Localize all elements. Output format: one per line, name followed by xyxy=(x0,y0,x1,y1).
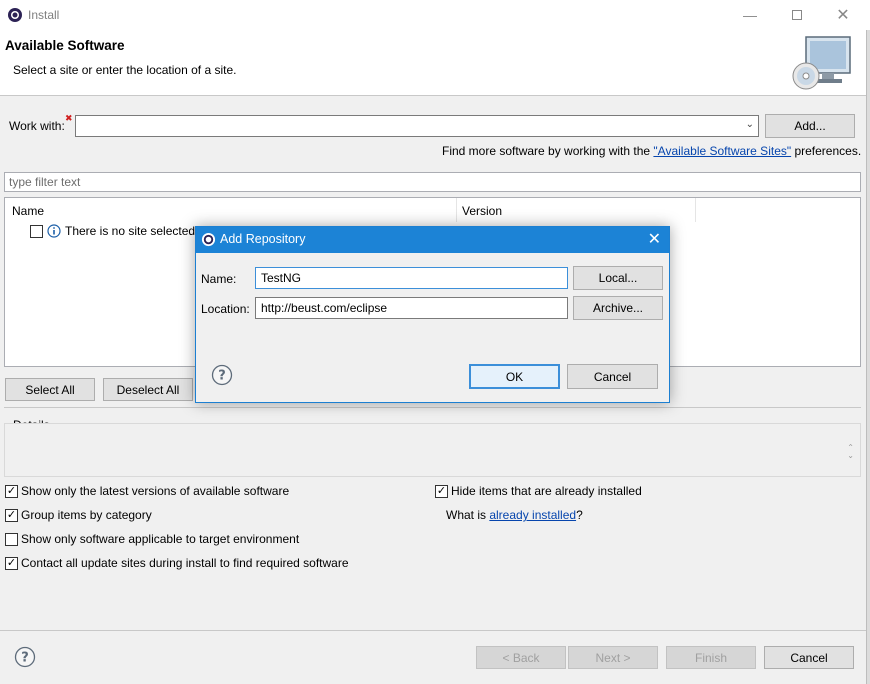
archive-button[interactable]: Archive... xyxy=(573,296,663,320)
finish-button[interactable]: Finish xyxy=(666,646,756,669)
dialog-title: Add Repository xyxy=(220,232,306,246)
select-all-button[interactable]: Select All xyxy=(5,378,95,401)
maximize-button[interactable] xyxy=(774,0,820,30)
row-name: There is no site selected. xyxy=(65,224,199,238)
filter-input[interactable]: type filter text xyxy=(4,172,861,192)
option-label: Group items by category xyxy=(21,508,152,522)
name-value: TestNG xyxy=(261,271,302,285)
maximize-icon xyxy=(792,10,802,20)
info-icon xyxy=(47,224,61,238)
dialog-cancel-button[interactable]: Cancel xyxy=(567,364,658,389)
minimize-icon: — xyxy=(743,7,757,23)
deselect-all-button[interactable]: Deselect All xyxy=(103,378,193,401)
already-installed-suffix: ? xyxy=(576,508,583,522)
checkbox-group-by-category[interactable]: ✓ xyxy=(5,508,18,522)
checkbox-latest-versions[interactable]: ✓ xyxy=(5,484,18,498)
add-site-button[interactable]: Add... xyxy=(765,114,855,138)
column-separator xyxy=(695,198,696,222)
next-button[interactable]: Next > xyxy=(568,646,658,669)
required-error-icon: ✖ xyxy=(65,113,73,123)
column-header-version[interactable]: Version xyxy=(462,204,502,218)
table-row[interactable]: There is no site selected. xyxy=(30,224,198,238)
minimize-button[interactable]: — xyxy=(727,0,773,30)
page-title: Available Software xyxy=(5,38,125,53)
install-banner-icon xyxy=(792,36,851,90)
checkbox-hide-installed[interactable]: ✓ xyxy=(435,484,448,498)
filter-placeholder: type filter text xyxy=(9,175,81,189)
column-header-name[interactable]: Name xyxy=(12,204,44,218)
option-label: Show only software applicable to target … xyxy=(21,532,300,546)
add-repository-dialog: Add Repository ✕ Name: TestNG Local... L… xyxy=(195,226,670,403)
option-label: Hide items that are already installed xyxy=(451,484,642,498)
local-button[interactable]: Local... xyxy=(573,266,663,290)
option-label: Show only the latest versions of availab… xyxy=(21,484,290,498)
eclipse-dialog-icon xyxy=(201,232,216,247)
back-button[interactable]: < Back xyxy=(476,646,566,669)
location-label: Location: xyxy=(201,302,250,316)
cancel-button[interactable]: Cancel xyxy=(764,646,854,669)
option-group-by-category[interactable]: ✓ Group items by category xyxy=(5,508,152,522)
name-label: Name: xyxy=(201,272,237,286)
already-installed-text: What is already installed? xyxy=(446,508,583,522)
eclipse-app-icon xyxy=(8,8,22,22)
already-installed-link[interactable]: already installed xyxy=(489,508,576,522)
work-with-combo[interactable]: ⌄ xyxy=(75,115,759,137)
window-title-bar: Install — ✕ xyxy=(0,0,870,30)
close-icon: ✕ xyxy=(836,7,850,24)
ok-button[interactable]: OK xyxy=(469,364,560,389)
checkbox-contact-update-sites[interactable]: ✓ xyxy=(5,556,18,570)
svg-text:?: ? xyxy=(21,651,29,666)
checkbox-target-environment[interactable] xyxy=(5,532,18,546)
location-value: http://beust.com/eclipse xyxy=(261,301,388,315)
chevron-down-icon[interactable]: ⌄ xyxy=(746,119,754,130)
details-area: ⌃ ⌄ xyxy=(4,423,861,477)
window-title: Install xyxy=(28,8,60,22)
footer-separator xyxy=(0,630,866,631)
column-separator xyxy=(456,198,457,222)
help-icon[interactable]: ? xyxy=(14,646,36,668)
dialog-title-bar: Add Repository ✕ xyxy=(196,227,669,253)
name-input[interactable]: TestNG xyxy=(255,267,568,289)
find-more-text: Find more software by working with the "… xyxy=(442,144,861,158)
separator xyxy=(4,407,861,408)
window-edge xyxy=(866,30,870,684)
work-with-label: Work with: xyxy=(9,119,65,133)
scroll-arrows-icon[interactable]: ⌃ ⌄ xyxy=(847,444,854,460)
page-subtitle: Select a site or enter the location of a… xyxy=(13,63,237,77)
available-software-sites-link[interactable]: "Available Software Sites" xyxy=(653,144,791,158)
option-label: Contact all update sites during install … xyxy=(21,556,349,570)
option-target-environment[interactable]: Show only software applicable to target … xyxy=(5,532,299,546)
find-more-suffix: preferences. xyxy=(791,144,862,158)
option-hide-installed[interactable]: ✓ Hide items that are already installed xyxy=(435,484,642,498)
close-button[interactable]: ✕ xyxy=(820,0,866,30)
already-installed-prefix: What is xyxy=(446,508,490,522)
option-contact-update-sites[interactable]: ✓ Contact all update sites during instal… xyxy=(5,556,349,570)
option-latest-versions[interactable]: ✓ Show only the latest versions of avail… xyxy=(5,484,289,498)
row-checkbox[interactable] xyxy=(30,224,43,238)
svg-text:?: ? xyxy=(218,369,226,384)
help-icon[interactable]: ? xyxy=(211,364,233,386)
location-input[interactable]: http://beust.com/eclipse xyxy=(255,297,568,319)
find-more-prefix: Find more software by working with the xyxy=(442,144,654,158)
dialog-close-icon[interactable]: ✕ xyxy=(648,229,661,249)
wizard-header: Available Software Select a site or ente… xyxy=(0,30,866,96)
